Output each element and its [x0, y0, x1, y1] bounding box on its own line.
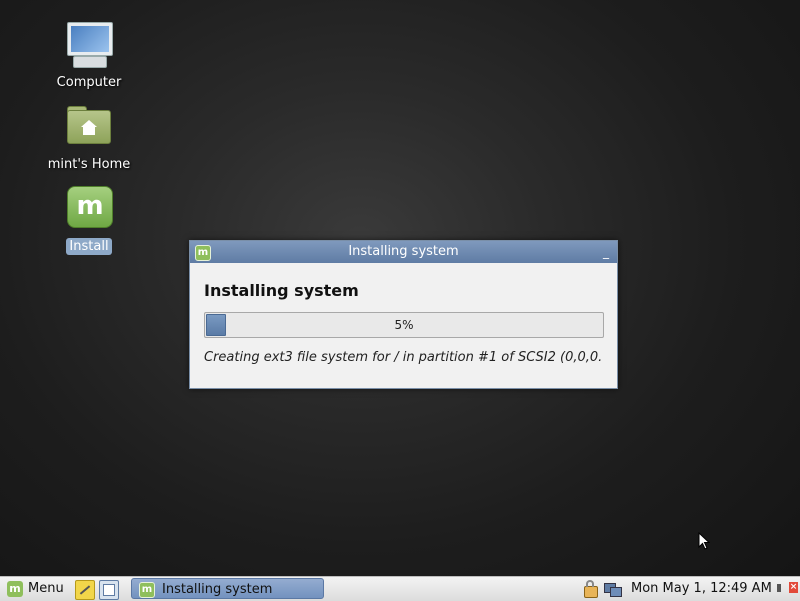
status-text: Creating ext3 file system for / in parti… — [204, 350, 602, 365]
menu-label: Menu — [28, 581, 64, 596]
desktop-icon-computer[interactable]: Computer — [41, 22, 137, 91]
desktop-icon-home[interactable]: mint's Home — [41, 104, 137, 173]
desktop-icon-label: Computer — [56, 75, 122, 90]
mint-logo-icon: m — [195, 245, 211, 261]
text-editor-launcher-icon[interactable] — [75, 580, 95, 600]
lock-icon[interactable] — [584, 580, 598, 598]
progress-bar: 5% — [204, 312, 604, 338]
computer-icon — [63, 22, 115, 70]
terminal-launcher-icon[interactable] — [99, 580, 119, 600]
volume-icon[interactable] — [776, 581, 784, 597]
mint-logo-icon: m — [139, 582, 155, 598]
clock[interactable]: Mon May 1, 12:49 AM — [631, 577, 772, 601]
menu-button[interactable]: m Menu — [4, 579, 68, 599]
minimize-button[interactable]: _ — [603, 241, 609, 263]
desktop-icon-label: mint's Home — [47, 157, 131, 172]
home-folder-icon — [63, 104, 115, 152]
taskbar-window-label: Installing system — [162, 582, 273, 597]
network-icon[interactable] — [604, 581, 622, 597]
close-icon[interactable]: × — [789, 582, 798, 593]
desktop: Computer mint's Home m Install m Install… — [0, 0, 800, 576]
dialog-heading: Installing system — [204, 281, 359, 300]
installing-system-dialog: m Installing system _ Installing system … — [189, 240, 618, 389]
desktop-icon-install[interactable]: m Install — [41, 186, 137, 255]
mint-logo-icon: m — [7, 581, 23, 597]
taskbar: m Menu m Installing system Mon May 1, 12… — [0, 576, 800, 601]
taskbar-window-button[interactable]: m Installing system — [131, 578, 324, 599]
progress-percent: 5% — [394, 318, 414, 332]
mint-logo-icon: m — [63, 186, 115, 234]
dialog-titlebar[interactable]: m Installing system _ — [190, 241, 617, 263]
desktop-icon-label: Install — [66, 238, 112, 255]
dialog-title: Installing system — [348, 244, 459, 259]
